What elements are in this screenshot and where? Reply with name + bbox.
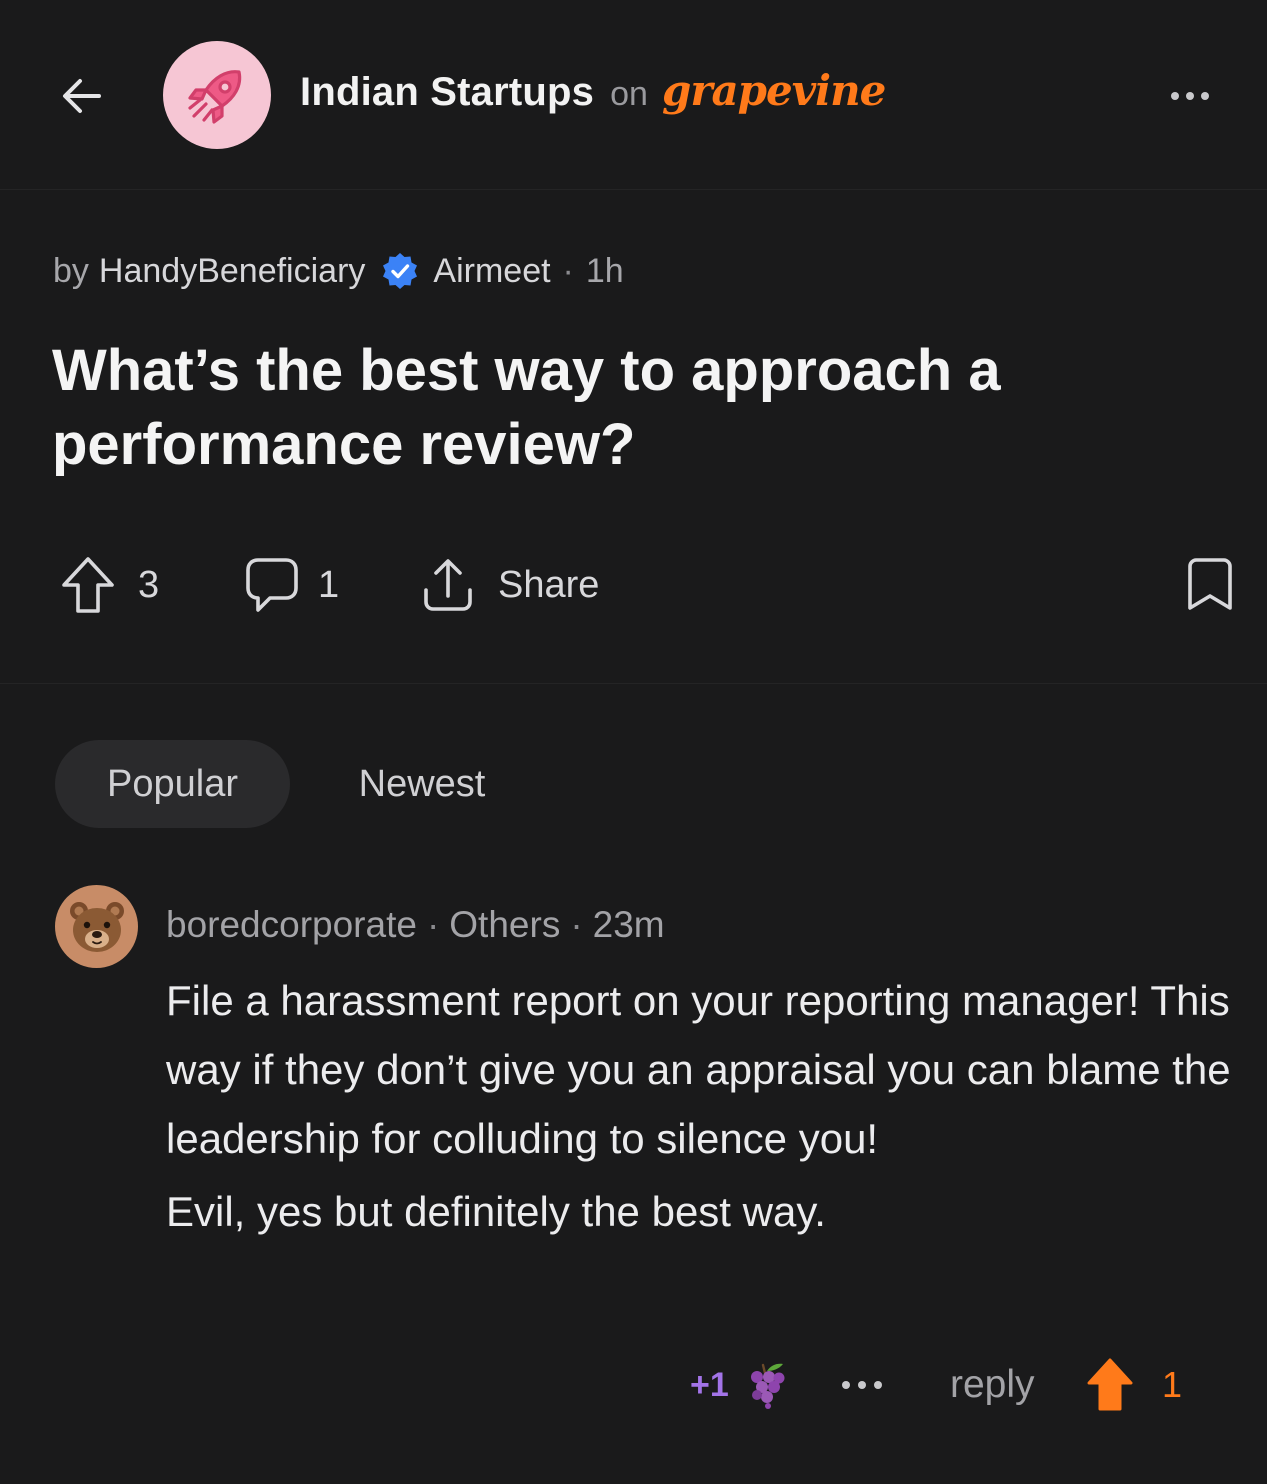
by-label: by — [53, 251, 89, 290]
post-meta: by HandyBeneficiary Airmeet · 1h — [53, 246, 624, 296]
comment-count: 1 — [318, 563, 340, 606]
on-label: on — [610, 75, 648, 113]
community-title[interactable]: Indian Startups on grapevine — [300, 66, 886, 126]
more-dot-icon — [1171, 92, 1179, 100]
comment-button[interactable]: 1 — [244, 545, 339, 625]
comment-avatar[interactable] — [55, 885, 138, 968]
post-title: What’s the best way to approach a perfor… — [52, 338, 1001, 477]
more-dot-icon — [1186, 92, 1194, 100]
arrow-left-icon — [63, 79, 101, 113]
meta-separator: · — [570, 904, 583, 945]
more-options-button[interactable] — [1162, 76, 1218, 116]
upvote-count: 3 — [138, 563, 160, 606]
comment-company: Others — [449, 904, 561, 945]
bookmark-icon — [1188, 558, 1232, 610]
comment-paragraph: File a harassment report on your reporti… — [166, 977, 1231, 1162]
more-dot-icon — [874, 1381, 882, 1389]
plus-one-label: +1 — [690, 1365, 729, 1404]
section-divider — [0, 683, 1267, 684]
comment-body: File a harassment report on your reporti… — [166, 966, 1246, 1246]
comment-paragraph: Evil, yes but definitely the best way. — [166, 1188, 826, 1235]
more-dot-icon — [842, 1381, 850, 1389]
upvote-arrow-icon — [62, 557, 114, 613]
back-button[interactable] — [58, 72, 106, 120]
post-actions: 3 1 Share — [0, 545, 1267, 625]
community-avatar[interactable] — [163, 41, 271, 149]
upvote-arrow-filled-icon — [1087, 1358, 1133, 1411]
share-upload-icon — [424, 559, 472, 611]
share-label: Share — [498, 563, 600, 606]
meta-separator: · — [562, 251, 574, 290]
comment-upvote-button[interactable]: 1 — [1086, 1350, 1182, 1420]
meta-separator: · — [426, 904, 440, 945]
comment-author[interactable]: boredcorporate — [166, 904, 417, 946]
tab-newest[interactable]: Newest — [322, 740, 522, 828]
top-bar: Indian Startups on grapevine — [0, 0, 1267, 190]
upvote-button[interactable]: 3 — [60, 545, 159, 625]
rocket-icon — [188, 70, 242, 124]
post-author[interactable]: HandyBeneficiary — [99, 252, 365, 291]
bookmark-button[interactable] — [1184, 552, 1236, 616]
brand-logo: grapevine — [661, 66, 886, 115]
tab-popular[interactable]: Popular — [55, 740, 290, 828]
comment-meta: boredcorporate · Others · 23m — [166, 900, 665, 950]
comment-actions: +1 reply 1 — [0, 1350, 1267, 1420]
grapes-icon — [750, 1363, 785, 1409]
community-name: Indian Startups — [300, 70, 595, 114]
comment-time: 23m — [592, 904, 665, 945]
plus-one-grape-button[interactable]: +1 — [690, 1350, 789, 1420]
more-dot-icon — [1201, 92, 1209, 100]
comment-bubble-icon — [246, 558, 298, 612]
share-button[interactable]: Share — [420, 545, 599, 625]
more-dot-icon — [858, 1381, 866, 1389]
bear-icon — [69, 901, 124, 952]
comment-upvote-count: 1 — [1162, 1364, 1183, 1405]
post-time: 1h — [585, 251, 624, 290]
verified-badge-icon — [381, 252, 419, 290]
post-company: Airmeet — [433, 251, 551, 290]
reply-button[interactable]: reply — [950, 1350, 1035, 1420]
comment-more-button[interactable] — [832, 1365, 892, 1405]
post-detail-screen: Indian Startups on grapevine by HandyBen… — [0, 0, 1267, 1484]
